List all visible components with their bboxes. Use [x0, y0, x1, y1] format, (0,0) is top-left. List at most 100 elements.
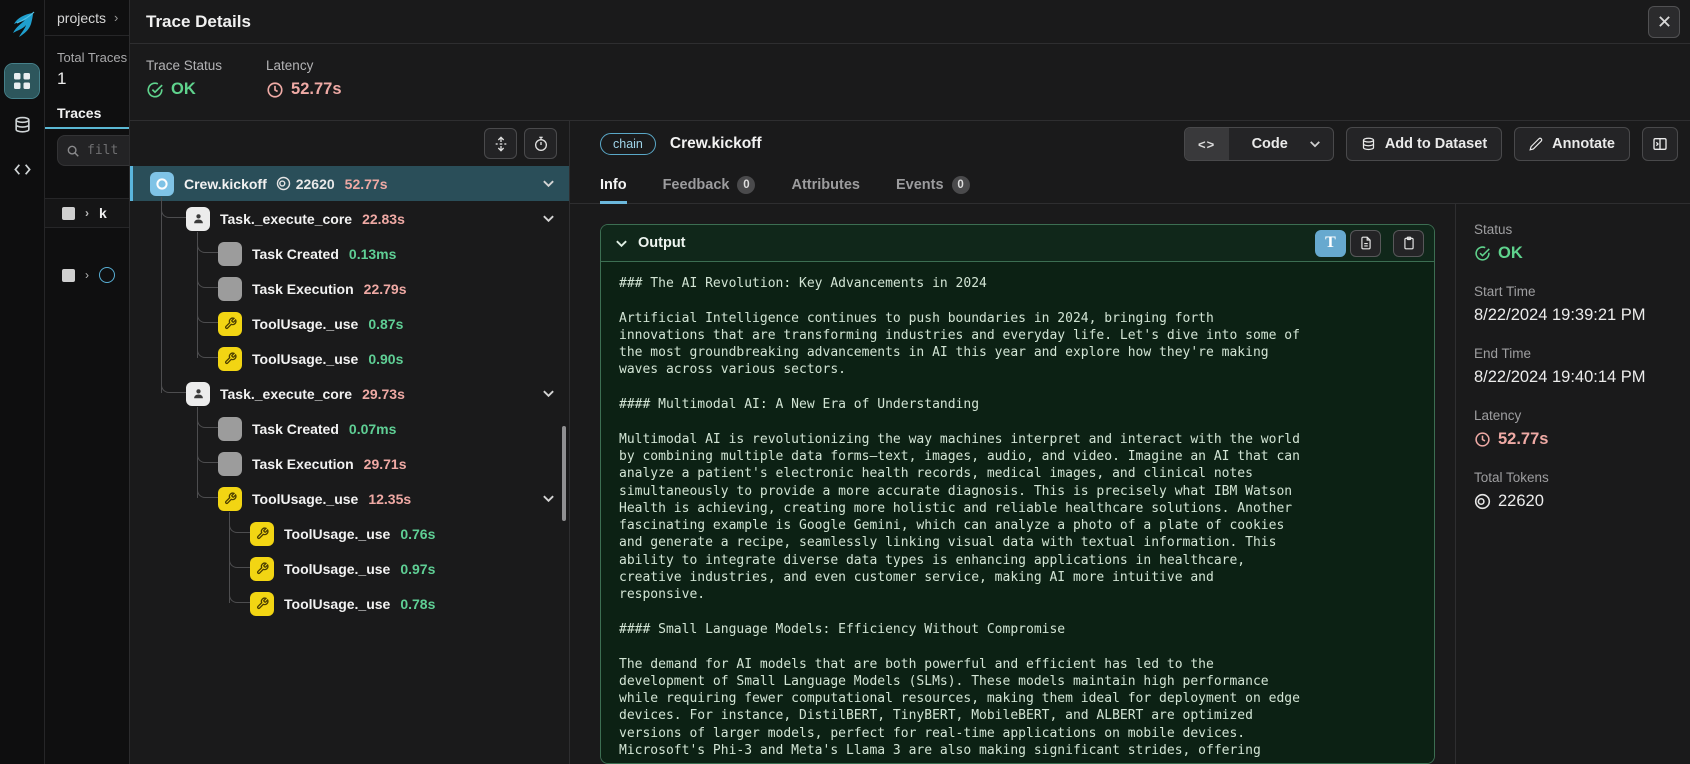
- tree-row-task-execute-core[interactable]: Task._execute_core 29.73s: [130, 372, 569, 411]
- chevron-down-icon[interactable]: [542, 177, 555, 190]
- total-tokens-value: 22620: [1498, 492, 1544, 510]
- markdown-view-button[interactable]: [1350, 229, 1381, 257]
- tab-feedback[interactable]: Feedback 0: [663, 167, 756, 203]
- tree-row-toolusage[interactable]: ToolUsage._use 0.78s: [130, 582, 569, 621]
- trace-status-block: Trace Status OK: [146, 58, 222, 120]
- span-tabs: Info Feedback 0 Attributes Events 0: [570, 167, 1690, 204]
- tab-attributes[interactable]: Attributes: [791, 167, 859, 203]
- datasets-database-icon: [14, 116, 30, 133]
- output-body: ### The AI Revolution: Key Advancements …: [601, 262, 1434, 763]
- expander-chevron-icon[interactable]: ›: [85, 206, 89, 220]
- clipboard-icon: [1403, 236, 1414, 250]
- tree-row-toolusage[interactable]: ToolUsage._use 0.97s: [130, 547, 569, 586]
- table-header-kind: k: [99, 205, 107, 221]
- annotate-button[interactable]: Annotate: [1514, 127, 1630, 161]
- latency-value: 52.77s: [1498, 430, 1549, 448]
- trace-status-label: Trace Status: [146, 58, 223, 73]
- text-view-button[interactable]: T: [1315, 229, 1346, 257]
- dialog-title: Trace Details: [146, 11, 251, 31]
- status-value: OK: [1498, 244, 1523, 262]
- tree-row-task-execution[interactable]: Task Execution 29.71s: [130, 442, 569, 481]
- chain-icon: [150, 171, 174, 196]
- tool-wrench-icon: [250, 556, 274, 581]
- expand-collapse-all-button[interactable]: [484, 128, 517, 159]
- chevron-down-icon[interactable]: [542, 492, 555, 505]
- chevron-down-icon[interactable]: [542, 212, 555, 225]
- feedback-count-badge: 0: [737, 176, 756, 194]
- total-tokens-label: Total Tokens: [1474, 470, 1549, 485]
- close-button[interactable]: [1648, 5, 1680, 38]
- tree-scrollbar[interactable]: [562, 426, 566, 521]
- select-all-checkbox[interactable]: [62, 206, 75, 220]
- tree-row-toolusage[interactable]: ToolUsage._use 12.35s: [130, 477, 569, 516]
- trace-filter-box[interactable]: [57, 135, 129, 166]
- end-time-label: End Time: [1474, 346, 1532, 361]
- row-checkbox[interactable]: [62, 268, 75, 282]
- agent-icon: [186, 381, 210, 406]
- chevron-down-icon: [616, 240, 627, 247]
- add-to-dataset-button[interactable]: Add to Dataset: [1345, 127, 1503, 161]
- panel-toggle-icon: [1653, 138, 1667, 150]
- copy-button[interactable]: [1393, 229, 1424, 257]
- span-details-sidebar: Status OK Start Time 8/22/2024 19:39:21 …: [1455, 204, 1690, 764]
- event-icon: [218, 451, 242, 476]
- tree-row-task-execute-core[interactable]: Task._execute_core 22.83s: [130, 197, 569, 236]
- agent-icon: [186, 206, 210, 231]
- span-info-content: Output T ### The AI Revolution: Key Adva…: [570, 204, 1455, 764]
- tree-row-toolusage[interactable]: ToolUsage._use 0.76s: [130, 512, 569, 551]
- trace-latency-label: Latency: [266, 58, 314, 73]
- tool-wrench-icon: [250, 591, 274, 616]
- tree-row-task-execution[interactable]: Task Execution 22.79s: [130, 267, 569, 306]
- tree-row-task-created[interactable]: Task Created 0.13ms: [130, 232, 569, 271]
- phoenix-logo[interactable]: [7, 10, 37, 42]
- expander-chevron-icon[interactable]: ›: [85, 268, 89, 282]
- event-icon: [218, 276, 242, 301]
- span-title: Crew.kickoff: [669, 135, 762, 152]
- status-label: Status: [1474, 222, 1513, 237]
- trace-latency-value: 52.77s: [291, 80, 342, 98]
- projects-page-column: projects › Total Traces 1 Traces › k ›: [45, 0, 130, 764]
- chevron-down-icon[interactable]: [542, 387, 555, 400]
- token-count: 22620: [276, 176, 335, 192]
- output-header[interactable]: Output T: [601, 225, 1434, 262]
- total-traces-value: 1: [57, 69, 67, 88]
- clock-icon: [1475, 432, 1490, 447]
- trace-status-value: OK: [171, 80, 196, 98]
- span-detail-panel: chain Crew.kickoff <> Code Add to Datase…: [570, 121, 1690, 764]
- tool-wrench-icon: [250, 521, 274, 546]
- chain-kind-icon: [99, 267, 115, 283]
- trace-summary-bar: Trace Status OK Latency 52.77s: [130, 44, 1690, 121]
- database-icon: [1362, 137, 1374, 150]
- trace-table-row[interactable]: ›: [45, 260, 129, 290]
- nav-projects-grid[interactable]: [4, 63, 40, 99]
- output-section: Output T ### The AI Revolution: Key Adva…: [600, 224, 1435, 764]
- trace-filter-input[interactable]: [87, 143, 129, 158]
- tool-wrench-icon: [218, 346, 242, 371]
- app-root: projects › Total Traces 1 Traces › k ›: [0, 0, 1690, 764]
- clock-icon: [267, 81, 283, 98]
- events-count-badge: 0: [951, 176, 970, 194]
- traces-table-header-row: › k: [45, 198, 129, 228]
- nav-playground[interactable]: [5, 152, 39, 186]
- total-traces-label: Total Traces: [57, 50, 128, 65]
- breadcrumb-projects[interactable]: projects: [57, 10, 106, 26]
- tree-row-toolusage[interactable]: ToolUsage._use 0.87s: [130, 302, 569, 341]
- tab-info[interactable]: Info: [600, 167, 627, 204]
- chevron-down-icon: [1309, 138, 1333, 150]
- toggle-sidebar-button[interactable]: [1642, 127, 1678, 161]
- projects-grid-icon: [14, 73, 30, 89]
- event-icon: [218, 416, 242, 441]
- code-dropdown-button[interactable]: <> Code: [1183, 127, 1334, 161]
- tab-events[interactable]: Events 0: [896, 167, 970, 203]
- output-text: ### The AI Revolution: Key Advancements …: [619, 276, 1300, 759]
- nav-datasets[interactable]: [5, 108, 39, 142]
- timing-toggle-button[interactable]: [524, 128, 557, 159]
- tree-row-crew-kickoff[interactable]: Crew.kickoff 22620 52.77s: [130, 166, 569, 201]
- breadcrumb[interactable]: projects ›: [45, 0, 129, 36]
- code-icon: [13, 163, 31, 175]
- tab-traces[interactable]: Traces: [57, 105, 129, 121]
- left-nav-rail: [0, 0, 45, 764]
- span-kind-badge: chain: [600, 133, 656, 155]
- tree-row-toolusage[interactable]: ToolUsage._use 0.90s: [130, 337, 569, 376]
- tree-row-task-created[interactable]: Task Created 0.07ms: [130, 407, 569, 446]
